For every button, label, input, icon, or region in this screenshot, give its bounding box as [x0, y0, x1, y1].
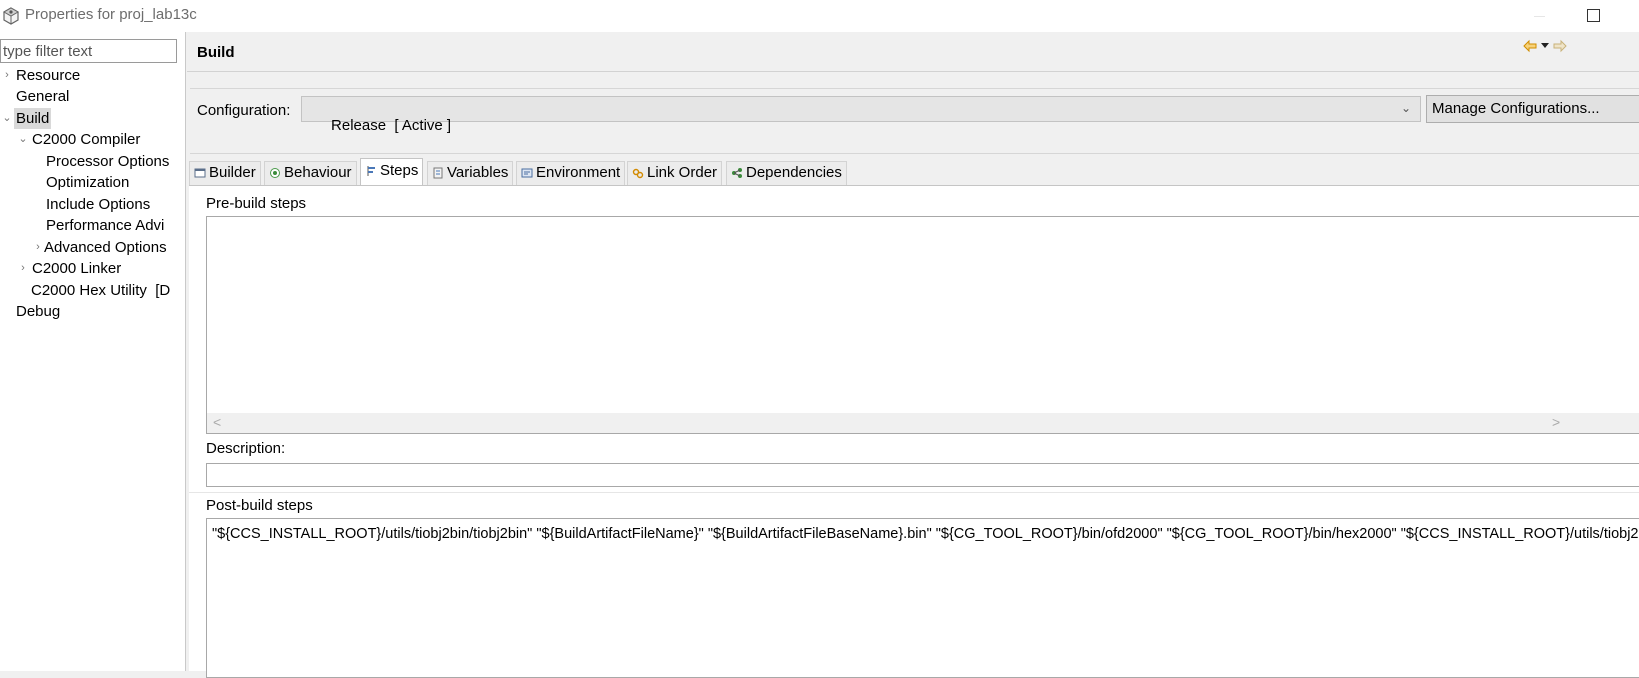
description-input[interactable]	[206, 463, 1639, 487]
tree-item-label: Build	[14, 108, 52, 129]
tree-item-performance-advisor[interactable]: Performance Advi	[46, 215, 180, 236]
description-label: Description:	[206, 440, 286, 457]
tab-link-order[interactable]: Link Order	[627, 161, 723, 185]
horizontal-scrollbar[interactable]: < >	[207, 413, 1639, 433]
tree-item-processor-options[interactable]: Processor Options	[46, 151, 180, 172]
tab-label: Link Order	[647, 164, 718, 181]
configuration-label: Configuration:	[197, 102, 291, 119]
tree-item-label: Resource	[16, 67, 81, 84]
expand-chevron-icon[interactable]: ›	[31, 237, 45, 258]
dropdown-arrow-icon[interactable]	[1540, 39, 1550, 53]
environment-icon	[521, 168, 533, 178]
link-order-icon	[632, 168, 644, 179]
scroll-left-arrow-icon[interactable]: <	[213, 414, 221, 430]
expand-chevron-icon[interactable]: ›	[0, 65, 14, 86]
tree-item-label: Performance Advi	[46, 217, 165, 234]
tab-variables[interactable]: Variables	[427, 161, 514, 185]
tree-item-include-options[interactable]: Include Options	[46, 194, 150, 215]
tree-item-label: C2000 Compiler	[32, 131, 141, 148]
tab-label: Variables	[447, 164, 509, 181]
tree-item-label: Optimization	[46, 174, 130, 191]
tree-item-optimization[interactable]: Optimization	[46, 172, 129, 193]
builder-icon	[194, 168, 206, 178]
tab-builder[interactable]: Builder	[189, 161, 261, 185]
minimize-button[interactable]	[1528, 10, 1552, 22]
filter-input[interactable]	[0, 39, 177, 63]
back-arrow-icon[interactable]	[1523, 39, 1537, 53]
post-build-steps-textarea[interactable]: "${CCS_INSTALL_ROOT}/utils/tiobj2bin/tio…	[206, 518, 1639, 678]
page-title: Build	[197, 44, 235, 61]
tree-item-label: Debug	[16, 303, 61, 320]
dependencies-icon	[732, 168, 742, 178]
tab-behaviour[interactable]: Behaviour	[264, 161, 357, 185]
behaviour-icon	[270, 168, 280, 178]
configuration-select[interactable]: Release [ Active ] ⌄	[301, 96, 1421, 134]
tab-label: Dependencies	[746, 164, 842, 181]
page-header: Build	[187, 32, 1639, 72]
chevron-down-icon: ⌄	[1400, 101, 1411, 115]
tab-label: Steps	[380, 162, 419, 179]
scroll-right-arrow-icon[interactable]: >	[1552, 414, 1560, 430]
tree-item-label: C2000 Hex Utility [D	[31, 282, 171, 299]
tree-item-label: Include Options	[46, 196, 151, 213]
configuration-group: Configuration: Release [ Active ] ⌄ Mana…	[190, 88, 1639, 154]
title-bar: Properties for proj_lab13c	[0, 0, 1639, 32]
section-separator	[189, 492, 1639, 493]
steps-tab-content: Pre-build steps < > Description: Post-bu…	[189, 185, 1639, 678]
tab-label: Environment	[536, 164, 621, 181]
forward-arrow-icon[interactable]	[1553, 39, 1567, 53]
tree-item-advanced-options[interactable]: › Advanced Options	[31, 237, 180, 258]
maximize-button[interactable]	[1587, 9, 1600, 22]
tab-dependencies[interactable]: Dependencies	[726, 161, 847, 185]
properties-window-icon	[2, 7, 20, 25]
tree-item-label: Processor Options	[46, 153, 170, 170]
property-page-tree-pane: › Resource General ⌄ Build ⌄ C2000 Compi…	[0, 32, 186, 671]
tree-item-label: General	[16, 88, 70, 105]
configuration-value: Release [ Active ]	[331, 117, 452, 134]
tab-environment[interactable]: Environment	[516, 161, 626, 185]
window-title: Properties for proj_lab13c	[25, 6, 197, 23]
tree-item-label: Advanced Options	[44, 239, 167, 256]
pre-build-steps-label: Pre-build steps	[206, 195, 307, 212]
post-build-steps-label: Post-build steps	[206, 497, 313, 514]
tab-steps[interactable]: Steps	[360, 158, 424, 186]
manage-configurations-button[interactable]: Manage Configurations...	[1426, 95, 1639, 123]
collapse-chevron-icon[interactable]: ⌄	[0, 108, 14, 129]
post-build-steps-text: "${CCS_INSTALL_ROOT}/utils/tiobj2bin/tio…	[212, 526, 1639, 542]
expand-chevron-icon[interactable]: ›	[16, 258, 30, 279]
tree-item-label: C2000 Linker	[32, 260, 122, 277]
tab-label: Behaviour	[284, 164, 352, 181]
pre-build-steps-textarea[interactable]: < >	[206, 216, 1639, 434]
variables-icon	[433, 167, 443, 179]
property-page-content: Build Configuration: Release [ Active ] …	[187, 32, 1639, 678]
tab-label: Builder	[209, 164, 256, 181]
steps-icon	[367, 166, 375, 176]
collapse-chevron-icon[interactable]: ⌄	[16, 129, 30, 150]
tree-item-c2000-hex-utility[interactable]: C2000 Hex Utility [D	[31, 280, 180, 301]
